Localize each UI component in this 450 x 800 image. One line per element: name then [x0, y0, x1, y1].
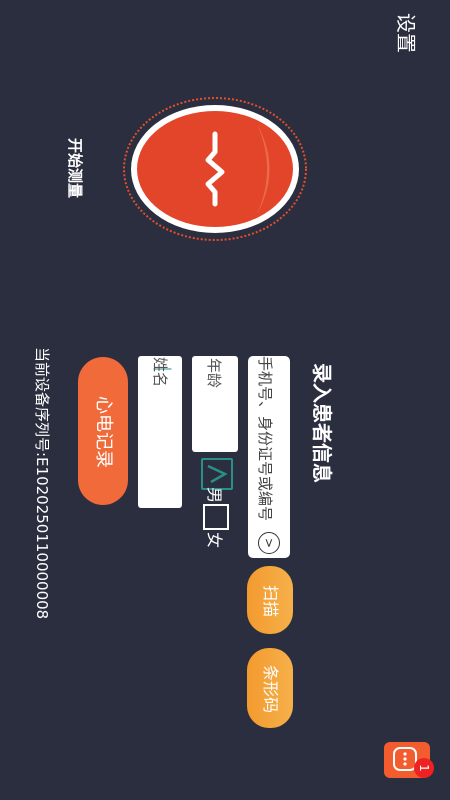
- chevron-down-icon[interactable]: >: [258, 532, 280, 554]
- start-measure-button[interactable]: [122, 96, 308, 242]
- start-measure-label: 开始测量: [66, 137, 84, 198]
- name-placeholder: 姓名: [151, 357, 169, 388]
- ecg-record-label: 心电记录: [93, 396, 114, 468]
- form-title: 录入患者信息: [310, 363, 334, 483]
- patient-id-placeholder: 手机号、身份证号或编号: [256, 356, 274, 522]
- scan-button-label: 扫描: [261, 584, 280, 617]
- device-serial-text: 当前设备序列号:E1020250110000008: [33, 347, 51, 620]
- barcode-button-label: 条形码: [261, 664, 280, 713]
- female-label: 女: [205, 531, 224, 548]
- settings-link[interactable]: 设置: [393, 13, 419, 53]
- notification-badge: 1: [414, 758, 434, 778]
- age-placeholder: 年龄: [205, 358, 223, 389]
